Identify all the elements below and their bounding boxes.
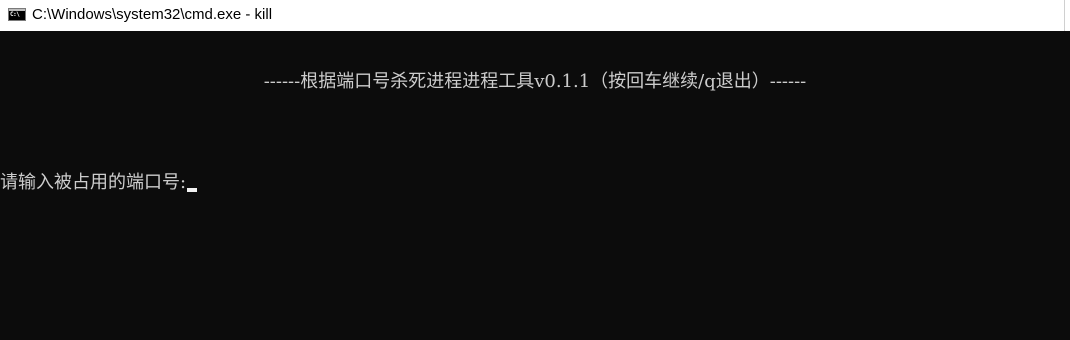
cmd-icon-label: C:\ <box>10 11 20 18</box>
prompt-row[interactable]: 请输入被占用的端口号: <box>0 172 198 194</box>
port-prompt: 请输入被占用的端口号: <box>0 172 187 193</box>
title-bar[interactable]: C:\ C:\Windows\system32\cmd.exe - kill <box>0 0 1070 31</box>
title-bar-edge <box>1064 0 1070 31</box>
cmd-window: C:\ C:\Windows\system32\cmd.exe - kill -… <box>0 0 1070 340</box>
console-area[interactable]: ------根据端口号杀死进程进程工具v0.1.1（按回车继续/q退出）----… <box>0 31 1070 340</box>
window-title: C:\Windows\system32\cmd.exe - kill <box>32 6 273 23</box>
text-cursor <box>187 188 198 192</box>
tool-banner: ------根据端口号杀死进程进程工具v0.1.1（按回车继续/q退出）----… <box>263 71 807 92</box>
cmd-icon[interactable]: C:\ <box>8 8 26 21</box>
